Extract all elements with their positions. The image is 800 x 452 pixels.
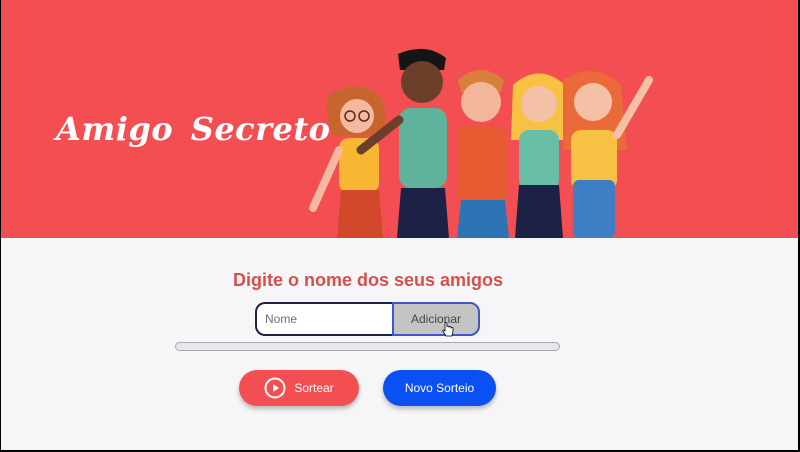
- person-1: [309, 86, 386, 238]
- play-circle-icon: [264, 377, 286, 399]
- hand-pointer-icon: [442, 322, 454, 337]
- person-3: [457, 70, 509, 238]
- main-content: Digite o nome dos seus amigos Adicionar …: [1, 238, 798, 450]
- page-title: Amigo Secreto: [56, 110, 331, 148]
- instructions-heading: Digite o nome dos seus amigos: [232, 270, 504, 290]
- group-of-friends-illustration: [309, 48, 653, 238]
- add-friend-button[interactable]: Adicionar: [392, 302, 480, 336]
- new-draw-button-label: Novo Sorteio: [404, 381, 475, 395]
- draw-button[interactable]: Sortear: [239, 370, 359, 406]
- friend-name-input[interactable]: [255, 302, 393, 336]
- progress-track: [175, 342, 560, 351]
- person-4: [511, 73, 567, 238]
- draw-button-label: Sortear: [294, 381, 334, 395]
- header-banner: Amigo Secreto: [1, 0, 798, 238]
- person-5: [563, 71, 653, 238]
- app-window: Amigo Secreto Digite o nome dos seus ami…: [0, 0, 800, 452]
- new-draw-button[interactable]: Novo Sorteio: [383, 370, 496, 406]
